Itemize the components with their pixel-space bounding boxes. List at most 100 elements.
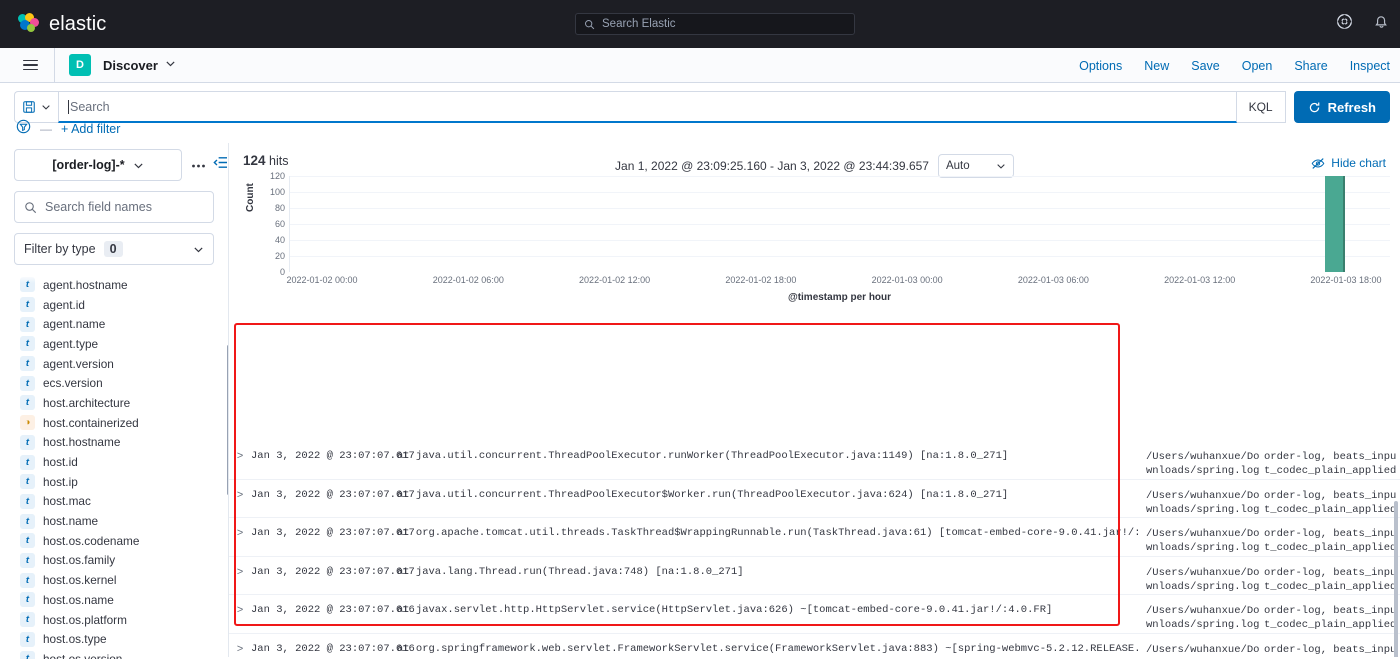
refresh-button-label: Refresh xyxy=(1328,100,1376,115)
field-item[interactable]: thost.os.family xyxy=(14,551,228,571)
field-item[interactable]: thost.id xyxy=(14,452,228,472)
chevron-right-icon: > xyxy=(237,528,244,540)
field-item[interactable]: thost.mac xyxy=(14,492,228,512)
chevron-right-icon: > xyxy=(237,490,244,502)
field-item[interactable]: thost.os.type xyxy=(14,629,228,649)
table-row[interactable]: >Jan 3, 2022 @ 23:07:07.617at java.util.… xyxy=(229,441,1400,480)
field-item[interactable]: tagent.name xyxy=(14,314,228,334)
field-item[interactable]: tagent.type xyxy=(14,334,228,354)
field-item[interactable]: ◑host.containerized xyxy=(14,413,228,433)
cell-tags: order-log, beats_input_codec_plain_appli… xyxy=(1260,643,1400,658)
elastic-logo-mark xyxy=(18,13,40,35)
field-item[interactable]: thost.architecture xyxy=(14,393,228,413)
field-item[interactable]: thost.os.kernel xyxy=(14,570,228,590)
collapse-sidebar-icon[interactable] xyxy=(213,156,228,174)
expand-row-button[interactable]: > xyxy=(229,643,251,656)
app-nav-bar: D Discover Options New Save Open Share I… xyxy=(0,48,1400,83)
field-type-t-icon: t xyxy=(20,612,35,627)
field-item[interactable]: t host.os.name xyxy=(14,590,228,610)
refresh-button[interactable]: Refresh xyxy=(1294,91,1390,123)
filter-by-type-button[interactable]: Filter by type 0 xyxy=(14,233,214,265)
discover-main: 124 hits Jan 1, 2022 @ 23:09:25.160 - Ja… xyxy=(228,143,1400,657)
table-row[interactable]: >Jan 3, 2022 @ 23:07:07.617at java.lang.… xyxy=(229,557,1400,596)
chart-bar[interactable] xyxy=(1325,176,1345,272)
table-row[interactable]: >Jan 3, 2022 @ 23:07:07.616at org.spring… xyxy=(229,634,1400,658)
list-fade xyxy=(14,275,228,283)
cell-timestamp: Jan 3, 2022 @ 23:07:07.617 xyxy=(251,450,393,462)
field-type-t-icon: t xyxy=(20,553,35,568)
refresh-icon xyxy=(1308,101,1321,114)
field-item[interactable]: tagent.id xyxy=(14,295,228,315)
field-item[interactable]: thost.os.version xyxy=(14,649,228,659)
field-type-t-icon: t xyxy=(20,592,35,607)
nav-link-save[interactable]: Save xyxy=(1191,59,1220,73)
eye-slash-icon xyxy=(1311,157,1325,170)
field-item[interactable]: thost.os.codename xyxy=(14,531,228,551)
expand-row-button[interactable]: > xyxy=(229,489,251,502)
documents-table[interactable]: >Jan 3, 2022 @ 23:07:07.617at java.util.… xyxy=(229,441,1400,657)
chart-y-tick: 40 xyxy=(275,235,285,245)
search-input[interactable]: Search xyxy=(58,91,1237,123)
field-item[interactable]: tecs.version xyxy=(14,373,228,393)
table-scrollbar[interactable] xyxy=(1394,501,1398,657)
index-pattern-row: [order-log]-* xyxy=(14,149,228,181)
table-row[interactable]: >Jan 3, 2022 @ 23:07:07.616at javax.serv… xyxy=(229,595,1400,634)
text-caret xyxy=(68,100,69,114)
elastic-logo[interactable]: elastic xyxy=(18,13,106,36)
chart-y-tick: 20 xyxy=(275,251,285,261)
query-language-button[interactable]: KQL xyxy=(1237,91,1286,123)
cell-log-path: /Users/wuhanxue/Downloads/spring.log xyxy=(1140,527,1260,555)
global-search-input[interactable]: Search Elastic xyxy=(575,13,855,35)
menu-toggle-button[interactable] xyxy=(12,60,48,71)
chart-gridline xyxy=(290,176,1390,177)
app-title-group[interactable]: Discover xyxy=(103,56,176,74)
nav-link-new[interactable]: New xyxy=(1144,59,1169,73)
cell-tags: order-log, beats_input_codec_plain_appli… xyxy=(1260,489,1400,517)
cell-message: at org.apache.tomcat.util.threads.TaskTh… xyxy=(393,527,1140,539)
chart-x-tick: 2022-01-03 06:00 xyxy=(1018,275,1089,285)
field-item[interactable]: thost.hostname xyxy=(14,433,228,453)
field-name: host.os.codename xyxy=(43,534,139,548)
field-type-b-icon: ◑ xyxy=(20,415,35,430)
more-options-icon[interactable] xyxy=(191,156,206,174)
field-type-t-icon: t xyxy=(20,395,35,410)
save-disk-icon xyxy=(22,100,36,114)
chart-gridline xyxy=(290,256,1390,257)
field-item[interactable]: thost.ip xyxy=(14,472,228,492)
help-circle-icon[interactable] xyxy=(1336,13,1353,30)
expand-row-button[interactable]: > xyxy=(229,604,251,617)
chart-y-tick: 80 xyxy=(275,203,285,213)
chart-x-tick: 2022-01-02 06:00 xyxy=(433,275,504,285)
filter-options-icon[interactable] xyxy=(16,119,31,139)
filter-by-type-label: Filter by type xyxy=(24,242,96,256)
field-item[interactable]: thost.os.platform xyxy=(14,610,228,630)
field-type-t-icon: t xyxy=(20,514,35,529)
chevron-down-icon xyxy=(41,102,51,112)
field-type-t-icon: t xyxy=(20,376,35,391)
nav-link-inspect[interactable]: Inspect xyxy=(1350,59,1390,73)
field-item[interactable]: tagent.version xyxy=(14,354,228,374)
expand-row-button[interactable]: > xyxy=(229,450,251,463)
add-filter-button[interactable]: + Add filter xyxy=(61,122,120,136)
table-row[interactable]: >Jan 3, 2022 @ 23:07:07.617at java.util.… xyxy=(229,480,1400,519)
chevron-right-icon: > xyxy=(237,644,244,656)
table-row[interactable]: > Jan 3, 2022 @ 23:07:07.617at org.apache… xyxy=(229,518,1400,557)
index-pattern-selector[interactable]: [order-log]-* xyxy=(14,149,182,181)
field-item[interactable]: thost.name xyxy=(14,511,228,531)
nav-link-open[interactable]: Open xyxy=(1242,59,1273,73)
field-name: host.os.name xyxy=(43,593,114,607)
nav-link-share[interactable]: Share xyxy=(1294,59,1327,73)
chart-gridline xyxy=(290,224,1390,225)
histogram-chart[interactable]: Count 020406080100120 2022-01-02 00:0020… xyxy=(243,176,1390,306)
chart-header: 124 hits Jan 1, 2022 @ 23:09:25.160 - Ja… xyxy=(229,143,1400,172)
hide-chart-button[interactable]: Hide chart xyxy=(1311,156,1386,170)
notification-bell-icon[interactable] xyxy=(1373,13,1390,30)
field-search-input[interactable]: Search field names xyxy=(14,191,214,223)
cell-timestamp: Jan 3, 2022 @ 23:07:07.617 xyxy=(251,527,393,539)
expand-row-button[interactable]: > xyxy=(229,566,251,579)
expand-row-button[interactable]: > xyxy=(229,527,251,540)
available-fields-list[interactable]: tagent.hostnametagent.idtagent.nametagen… xyxy=(14,275,228,659)
interval-selector[interactable]: Auto xyxy=(938,154,1014,178)
index-pattern-label: [order-log]-* xyxy=(52,158,124,172)
nav-link-options[interactable]: Options xyxy=(1079,59,1122,73)
